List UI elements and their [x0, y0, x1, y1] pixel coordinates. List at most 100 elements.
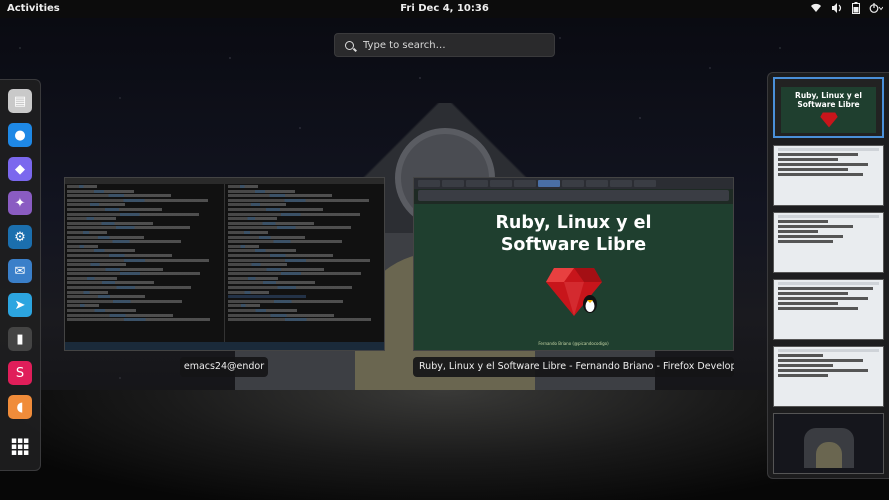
firefox-tab — [562, 180, 584, 187]
firefox-tab — [586, 180, 608, 187]
code-line — [228, 207, 323, 211]
code-line — [67, 309, 136, 313]
ruby-gem-icon — [819, 112, 838, 128]
clock[interactable]: Fri Dec 4, 10:36 — [0, 3, 889, 14]
code-line — [67, 203, 125, 207]
emacs-window-thumbnail[interactable] — [64, 177, 385, 351]
terminal-app-icon[interactable]: ▮ — [8, 327, 32, 351]
workspace-5-row — [778, 349, 879, 352]
code-line — [67, 318, 210, 322]
workspace-5-row — [778, 364, 833, 367]
workspace-3-row — [778, 215, 879, 218]
code-line — [228, 272, 361, 276]
workspace-4-row — [778, 292, 848, 295]
workspace-1-title-line1: Ruby, Linux y el — [795, 91, 862, 100]
emacs-modeline — [65, 342, 384, 350]
files-app-icon[interactable]: ▤ — [8, 89, 32, 113]
code-line — [67, 240, 181, 244]
code-line — [228, 226, 351, 230]
code-line — [67, 263, 126, 267]
slide-footer: Fernando Briano (@picandocodigo) — [538, 341, 609, 346]
code-line — [228, 212, 360, 216]
firefox-tab — [418, 180, 440, 187]
workspace-5-row — [778, 369, 868, 372]
code-line — [67, 185, 97, 188]
dash: ▤ ● ◆ ✦ ⚙ ✉ ➤ ▮ S ◖ ▪▪▪ ▪▪▪ ▪▪▪ — [0, 79, 41, 471]
workspace-2-row — [778, 148, 879, 151]
firefox-app-icon[interactable]: ● — [8, 123, 32, 147]
code-line — [67, 249, 135, 253]
search-input[interactable] — [363, 39, 543, 51]
code-line — [228, 281, 315, 285]
code-line — [67, 267, 163, 271]
workspace-4-row — [778, 282, 879, 285]
workspace-4-row — [778, 302, 838, 305]
firefox-window-caption[interactable]: Ruby, Linux y el Software Libre - Fernan… — [413, 357, 734, 377]
workspace-thumbnail-4[interactable] — [773, 279, 884, 340]
code-line — [67, 221, 153, 225]
code-line — [67, 198, 208, 202]
presentation-slide: Ruby, Linux y el Software Libre Fernando… — [414, 204, 733, 350]
wifi-icon[interactable] — [810, 3, 822, 17]
system-tray[interactable] — [810, 2, 884, 18]
workspace-4-row — [778, 297, 868, 300]
code-line — [228, 244, 259, 248]
code-line — [67, 295, 145, 299]
workspace-3-row — [778, 240, 833, 243]
workspace-thumbnail-5[interactable] — [773, 346, 884, 407]
workspace-thumbnail-1[interactable]: Ruby, Linux y el Software Libre — [773, 77, 884, 138]
volume-icon[interactable] — [831, 3, 843, 17]
code-line — [67, 304, 99, 308]
code-line — [67, 189, 134, 193]
workspace-5-row — [778, 359, 863, 362]
code-line — [228, 286, 352, 290]
slack-app-icon[interactable]: S — [8, 361, 32, 385]
workspace-thumbnail-6-empty[interactable] — [773, 413, 884, 474]
emacs-window-caption[interactable]: emacs24@endor — [180, 357, 268, 377]
battery-icon[interactable] — [852, 2, 860, 18]
firefox-url-bar — [418, 190, 729, 201]
workspace-3-row — [778, 220, 828, 223]
firefox-tab — [490, 180, 512, 187]
power-icon[interactable] — [869, 3, 884, 17]
workspace-thumbnail-2[interactable] — [773, 145, 884, 206]
workspace-3-row — [778, 225, 853, 228]
slide-title-line2: Software Libre — [500, 235, 647, 255]
code-line — [228, 203, 286, 207]
workspace-switcher: Ruby, Linux y el Software Libre — [767, 72, 889, 479]
workspace-4-row — [778, 287, 873, 290]
thunderbird-app-icon[interactable]: ✉ — [8, 259, 32, 283]
code-line — [228, 263, 287, 267]
workspace-thumbnail-3[interactable] — [773, 212, 884, 273]
web-browser-app-icon[interactable]: ◆ — [8, 157, 32, 181]
clementine-app-icon[interactable]: ◖ — [8, 395, 32, 419]
code-line — [228, 313, 334, 317]
code-line — [228, 235, 305, 239]
search-box[interactable] — [334, 33, 555, 57]
code-line — [67, 290, 108, 294]
emacs-left-pane — [65, 184, 225, 342]
workspace-4-row — [778, 307, 858, 310]
code-line — [67, 212, 199, 216]
code-line — [228, 249, 296, 253]
show-applications-icon[interactable]: ▪▪▪ ▪▪▪ ▪▪▪ — [8, 435, 32, 459]
code-line — [228, 217, 277, 221]
ruby-gem-icon — [545, 268, 602, 316]
firefox-tab — [610, 180, 632, 187]
code-line — [228, 276, 278, 280]
code-line — [67, 313, 173, 317]
telegram-app-icon[interactable]: ➤ — [8, 293, 32, 317]
code-line — [67, 244, 98, 248]
code-line — [67, 207, 162, 211]
code-line — [67, 226, 190, 230]
firefox-tab — [442, 180, 464, 187]
firefox-window-thumbnail[interactable]: Ruby, Linux y el Software Libre Fernando… — [413, 177, 734, 351]
workspace-5-row — [778, 374, 828, 377]
search-icon — [345, 40, 354, 50]
workspace-3-row — [778, 235, 843, 238]
emacs-app-icon[interactable]: ✦ — [8, 191, 32, 215]
workspace-2-row — [778, 173, 863, 176]
steam-app-icon[interactable]: ⚙ — [8, 225, 32, 249]
code-line — [67, 194, 171, 198]
code-line — [67, 276, 117, 280]
